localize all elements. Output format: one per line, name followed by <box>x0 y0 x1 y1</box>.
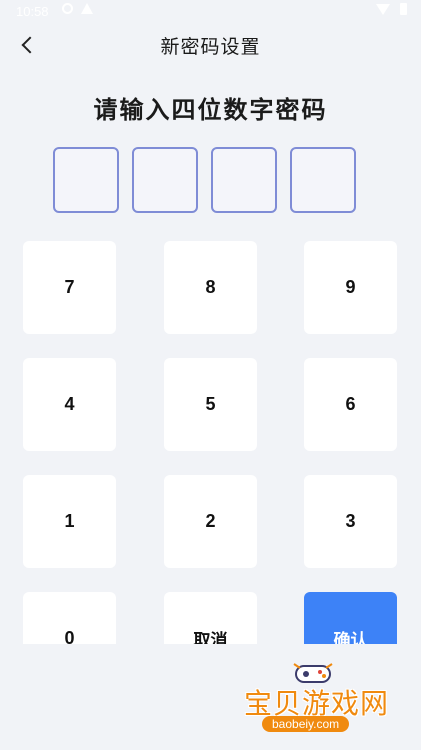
key-0[interactable]: 0 <box>23 592 116 644</box>
key-5[interactable]: 5 <box>164 358 257 451</box>
key-3[interactable]: 3 <box>304 475 397 568</box>
key-4[interactable]: 4 <box>23 358 116 451</box>
keypad: 7 8 9 4 5 6 1 2 3 0 取消 确认 <box>0 0 421 644</box>
key-6[interactable]: 6 <box>304 358 397 451</box>
watermark: 宝贝游戏网 baobeiy.com <box>232 660 392 740</box>
key-9[interactable]: 9 <box>304 241 397 334</box>
confirm-button[interactable]: 确认 <box>304 592 397 644</box>
key-2[interactable]: 2 <box>164 475 257 568</box>
key-8[interactable]: 8 <box>164 241 257 334</box>
gamepad-icon <box>293 663 333 683</box>
key-1[interactable]: 1 <box>23 475 116 568</box>
cancel-button[interactable]: 取消 <box>164 592 257 644</box>
watermark-url: baobeiy.com <box>262 716 350 732</box>
key-7[interactable]: 7 <box>23 241 116 334</box>
